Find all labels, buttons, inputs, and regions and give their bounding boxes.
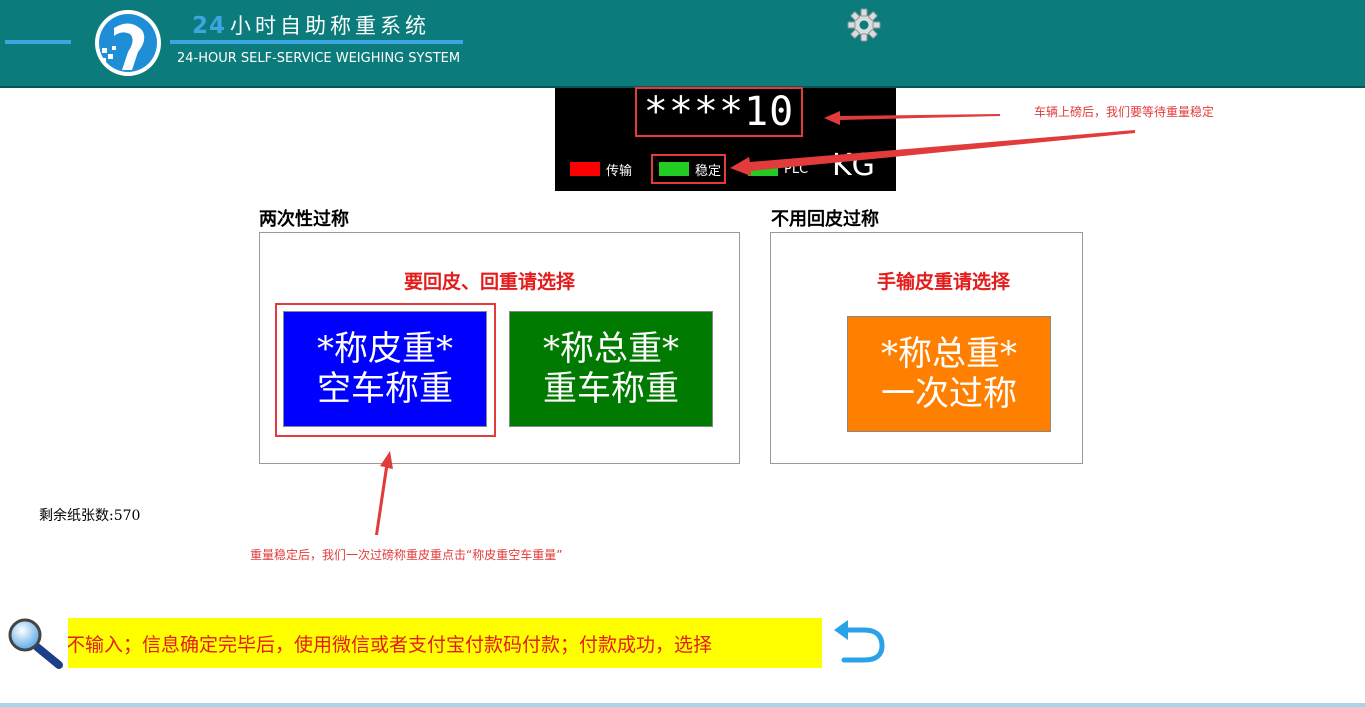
paper-remaining: 剩余纸张数:570 <box>39 505 140 525</box>
indicator-plc-lamp <box>748 162 778 176</box>
magnifier-icon[interactable] <box>5 617 65 669</box>
gross-weigh-button[interactable]: *称总重* 重车称重 <box>509 311 713 427</box>
indicator-stable-label: 稳定 <box>695 163 722 179</box>
header-accent-line-left <box>5 40 71 44</box>
one-pass-line1: *称总重* <box>881 334 1017 374</box>
indicator-plc-label: PLC <box>784 161 809 177</box>
app-title-number: 24 <box>192 13 227 39</box>
scrolling-notice: 不输入；信息确定完毕后，使用微信或者支付宝付款码付款；付款成功，选择 <box>68 618 822 668</box>
no-tare-title: 不用回皮过称 <box>771 209 879 230</box>
gross-weigh-line2: 重车称重 <box>543 369 679 409</box>
tare-weigh-button[interactable]: *称皮重* 空车称重 <box>283 311 487 427</box>
paper-remaining-count: 570 <box>113 508 141 524</box>
two-pass-prompt: 要回皮、回重请选择 <box>404 271 576 293</box>
scrolling-notice-text: 不输入；信息确定完毕后，使用微信或者支付宝付款码付款；付款成功，选择 <box>68 634 713 656</box>
undo-arrow-icon[interactable] <box>830 620 886 664</box>
indicator-transmit-lamp <box>570 162 600 176</box>
app-subtitle: 24-HOUR SELF-SERVICE WEIGHING SYSTEM <box>177 51 461 66</box>
header-accent-line-right <box>170 40 463 44</box>
weight-unit: KG <box>832 148 875 183</box>
indicator-transmit: 传输 <box>570 158 632 180</box>
weight-readout: ****10 <box>635 87 803 137</box>
gear-icon[interactable] <box>847 8 881 42</box>
scale-display: ****10 传输 稳定 PLC KG <box>555 87 896 191</box>
bottom-border <box>0 703 1365 707</box>
two-pass-title: 两次性过称 <box>259 209 349 230</box>
indicator-plc: PLC <box>748 158 808 180</box>
indicator-transmit-label: 传输 <box>606 163 633 179</box>
indicator-stable: 稳定 <box>659 158 721 180</box>
gross-weigh-line1: *称总重* <box>543 329 679 369</box>
logo-icon <box>95 10 161 76</box>
annotation-wait-stable: 车辆上磅后，我们要等待重量稳定 <box>1034 105 1215 119</box>
one-pass-line2: 一次过称 <box>881 374 1017 414</box>
header-bar: 24 小时自助称重系统 24-HOUR SELF-SERVICE WEIGHING… <box>0 0 1365 88</box>
indicator-stable-lamp <box>659 162 689 176</box>
tare-weigh-line2: 空车称重 <box>317 369 453 409</box>
one-pass-gross-button[interactable]: *称总重* 一次过称 <box>847 316 1051 432</box>
annotation-click-tare: 重量稳定后，我们一次过磅称重皮重点击“称皮重空车重量” <box>250 548 563 562</box>
paper-remaining-label: 剩余纸张数: <box>39 508 114 524</box>
no-tare-prompt: 手输皮重请选择 <box>877 271 1011 293</box>
app-title: 24 小时自助称重系统 <box>192 10 430 40</box>
app-title-text: 小时自助称重系统 <box>230 14 431 38</box>
tare-weigh-line1: *称皮重* <box>317 329 453 369</box>
